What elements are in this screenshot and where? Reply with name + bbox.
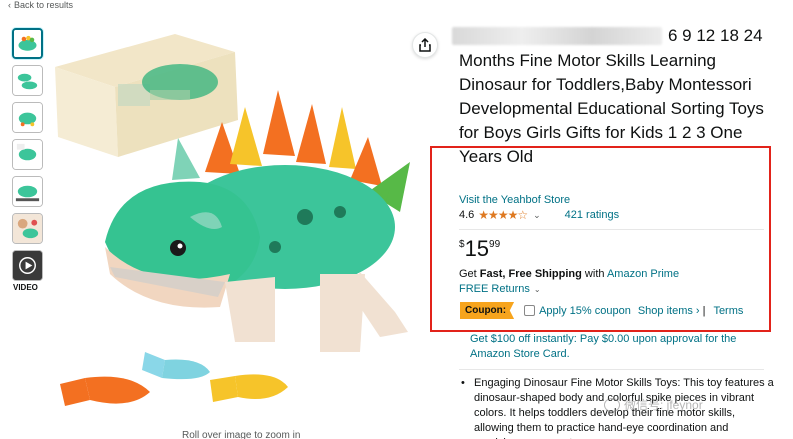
back-to-results-label: Back to results (14, 0, 74, 10)
ratings-count-link[interactable]: 421 ratings (565, 209, 619, 221)
chevron-left-icon: ‹ (8, 0, 11, 10)
coupon-row: Coupon: Apply 15% coupon Shop items › | … (460, 302, 743, 319)
price-whole: 15 (464, 236, 490, 261)
watermark: 微信号: jfeynor (604, 396, 703, 413)
thumbnail-6[interactable] (12, 213, 43, 244)
coupon-terms-link[interactable]: Terms (713, 305, 743, 317)
product-title-top-line: 6 9 12 18 24 (452, 26, 782, 46)
video-label: VIDEO (13, 283, 38, 292)
store-link[interactable]: Visit the Yeahbof Store (459, 194, 570, 206)
shipping-prefix: Get (459, 268, 480, 280)
star-rating-icon[interactable]: ★★★★☆ (478, 208, 528, 222)
rating-value: 4.6 (459, 209, 475, 221)
free-returns-link[interactable]: FREE Returns ⌄ (459, 283, 541, 295)
apply-coupon-label[interactable]: Apply 15% coupon (539, 305, 631, 317)
thumbnail-1[interactable] (12, 28, 43, 59)
price-fraction: 99 (489, 239, 501, 250)
thumbnail-5[interactable] (12, 176, 43, 207)
rollover-hint: Roll over image to zoom in (182, 430, 301, 439)
price: $ 15 99 (459, 236, 500, 262)
share-button[interactable] (412, 32, 438, 58)
thumbnail-4[interactable] (12, 139, 43, 170)
amazon-prime-link[interactable]: Amazon Prime (607, 268, 679, 280)
chevron-down-icon[interactable]: ⌄ (533, 210, 541, 221)
shop-items-link[interactable]: Shop items › (638, 305, 700, 317)
wechat-icon (604, 397, 620, 412)
section-divider (459, 229, 764, 230)
title-top-visible: 6 9 12 18 24 (668, 26, 763, 45)
share-icon (419, 38, 431, 52)
shipping-bold: Fast, Free Shipping (479, 268, 582, 280)
free-returns-label: FREE Returns (459, 283, 530, 295)
blurred-title-segment (452, 27, 662, 45)
thumbnail-list: VIDEO (12, 28, 46, 292)
store-card-promo-link[interactable]: Get $100 off instantly: Pay $0.00 upon a… (470, 332, 770, 362)
shipping-mid: with (581, 268, 607, 280)
coupon-badge: Coupon: (460, 302, 515, 319)
watermark-text: 微信号: jfeynor (624, 398, 703, 412)
back-to-results-link[interactable]: ‹ Back to results (8, 0, 73, 10)
product-box-image (55, 34, 238, 157)
main-product-image[interactable] (50, 12, 440, 439)
shipping-info: Get Fast, Free Shipping with Amazon Prim… (459, 268, 679, 280)
thumbnail-3[interactable] (12, 102, 43, 133)
section-divider (459, 369, 764, 370)
thumbnail-video[interactable] (12, 250, 43, 281)
rating-row: 4.6 ★★★★☆ ⌄ 421 ratings (459, 208, 619, 222)
chevron-down-icon: ⌄ (533, 284, 541, 294)
thumbnail-2[interactable] (12, 65, 43, 96)
coupon-separator: | (702, 304, 706, 317)
coupon-checkbox[interactable] (524, 305, 536, 316)
